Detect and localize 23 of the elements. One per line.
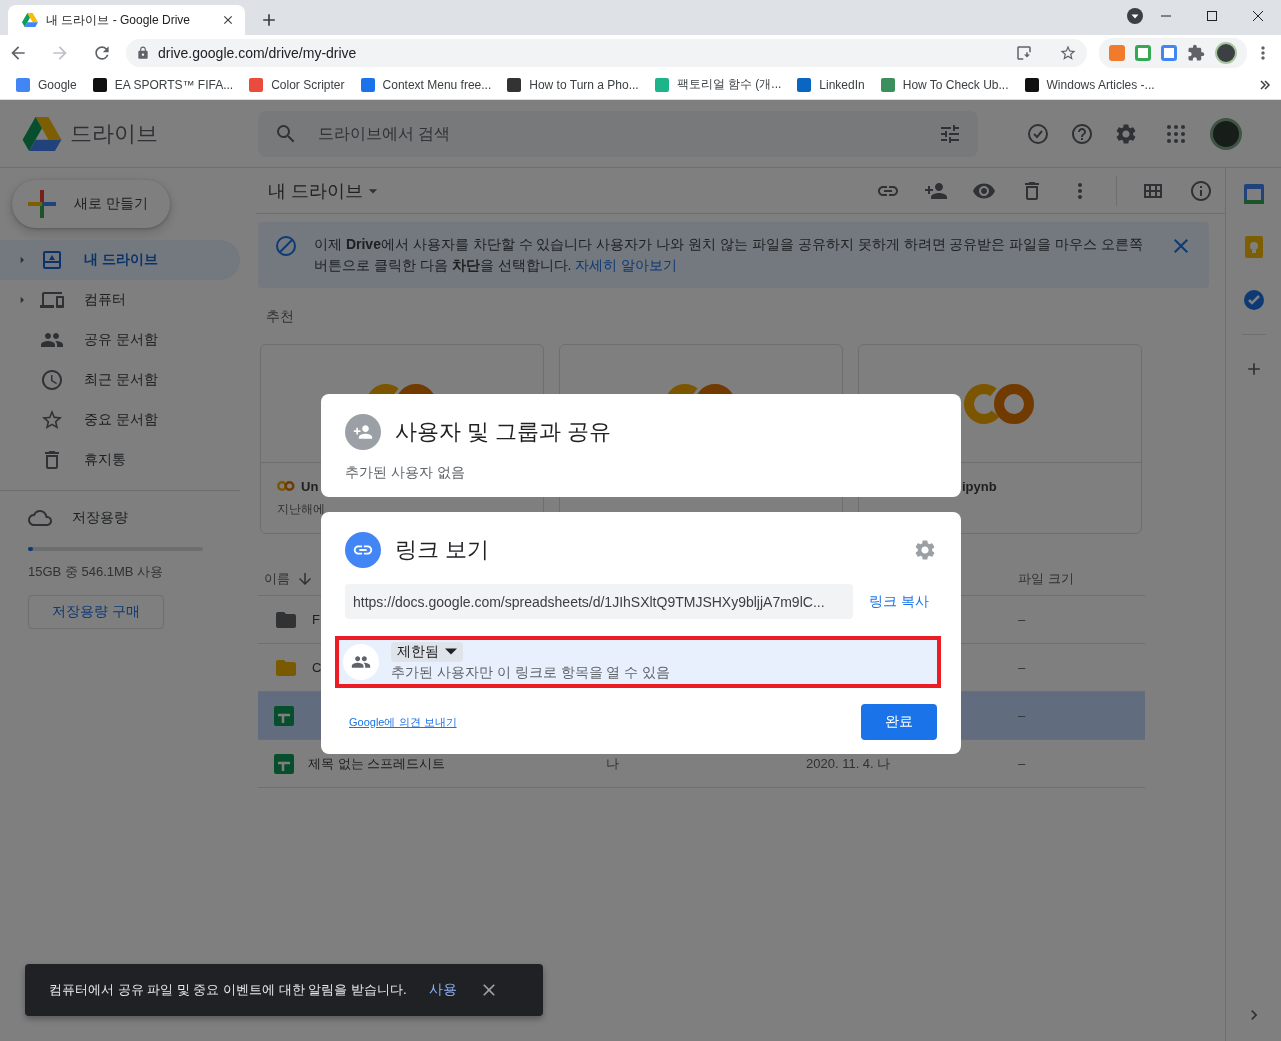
size-cell: –: [1018, 660, 1026, 675]
modified-text: 지난해에: [277, 501, 326, 518]
tab-title: 내 드라이브 - Google Drive: [46, 11, 192, 29]
dialog-subtitle: 추가된 사용자 없음: [345, 464, 466, 482]
file-name: Un: [301, 478, 319, 494]
size-cell: –: [1018, 756, 1026, 771]
banner-text: 이제 Drive에서 사용자를 차단할 수 있습니다 사용자가 나와 원치 않는 파일을 공유하지 못하게 하려면 공유받은 파일을 마우스 오른쪽 버튼으로 클릭한 다음 차단을 선택합니다. 자세히 알아보기: [314, 235, 1145, 275]
file-name: C: [312, 660, 322, 675]
storage-label: 저장용량: [72, 509, 128, 527]
access-description: 추가된 사용자만 이 링크로 항목을 열 수 있음: [391, 664, 671, 682]
storage-usage: 15GB 중 546.1MB 사용: [28, 563, 165, 581]
snackbar-text: 컴퓨터에서 공유 파일 및 중요 이벤트에 대한 알림을 받습니다.: [49, 981, 407, 999]
file-name: ipynb: [962, 478, 997, 494]
file-name: 제목 없는 스프레드시트: [308, 754, 446, 773]
dialog-title: 링크 보기: [395, 536, 490, 564]
size-cell: –: [1018, 612, 1026, 627]
file-name: F: [312, 612, 320, 627]
modified-cell: 2020. 11. 4. 나: [806, 755, 891, 771]
app-name: 드라이브: [70, 119, 158, 148]
dialog-title: 사용자 및 그룹과 공유: [395, 418, 612, 446]
owner-cell: 나: [606, 755, 619, 771]
size-cell: –: [1018, 708, 1026, 723]
section-title: 추천: [266, 308, 295, 326]
